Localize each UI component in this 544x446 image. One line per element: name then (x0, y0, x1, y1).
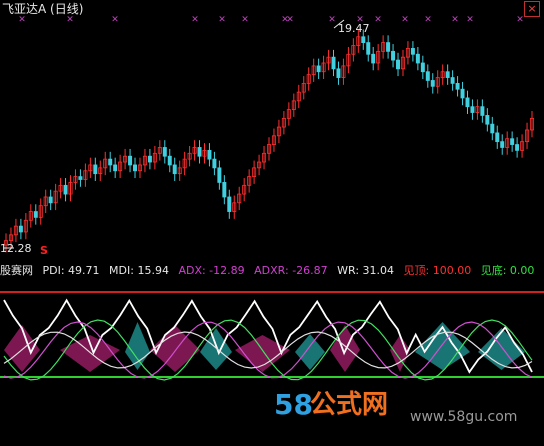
candle-body (227, 196, 232, 212)
indicator-pdi: PDI: 49.71 (42, 264, 100, 277)
top-marker-icon: ✕ (328, 15, 336, 25)
indicator-bottom: 见底: 0.00 (480, 264, 535, 277)
watermark-url: www.58gu.com (410, 409, 518, 425)
candle-body (415, 53, 420, 64)
top-marker-icon: ✕ (18, 15, 26, 25)
watermark-chinese: 公式网 (310, 390, 389, 420)
top-marker-icon: ✕ (191, 15, 199, 25)
indicator-adx: ADX: -12.89 (178, 264, 245, 277)
candle-body (48, 196, 53, 204)
candle-body (386, 42, 391, 52)
indicator-name[interactable]: 股赛网 (0, 264, 33, 277)
candle-body (197, 147, 202, 157)
candle-body (371, 53, 376, 64)
candle-body (147, 155, 152, 163)
candle-body (445, 71, 450, 78)
indicator-mdi: MDI: 15.94 (109, 264, 169, 277)
candle-body (108, 158, 113, 166)
top-marker-icon: ✕ (401, 15, 409, 25)
candle-body (485, 115, 490, 125)
stock-chart-window: ✕ ✕ ✕ ✕ ✕ ✕ ✕ ✕ ✕ ✕ ✕ ✕ ✕ ✕ ✕ ✕ 飞亚达A (日线) × 19.47 12.28… (0, 0, 544, 446)
candle-body (425, 71, 430, 81)
candle-body (455, 82, 460, 90)
top-marker-icon: ✕ (374, 15, 382, 25)
candle-body (63, 184, 68, 195)
candle-body (93, 164, 98, 175)
candle-body (510, 138, 515, 145)
candle-body (450, 77, 455, 84)
candle-body (18, 225, 23, 233)
candle-body (391, 50, 396, 61)
indicator-wr: WR: 31.04 (337, 264, 395, 277)
candle-body (331, 56, 336, 70)
candle-body (490, 123, 495, 134)
candle-body (420, 62, 425, 73)
candle-body (212, 158, 217, 169)
candle-body (396, 59, 401, 70)
candle-body (460, 88, 465, 99)
top-marker-icon: ✕ (451, 15, 459, 25)
indicator-bar: 股赛网 PDI: 49.71 MDI: 15.94 ADX: -12.89 AD… (0, 262, 540, 278)
chart-canvas: ✕ ✕ ✕ ✕ ✕ ✕ ✕✕ ✕ ✕ ✕ ✕ ✕ ✕ ✕ ✕ (0, 15, 544, 381)
candle-body (222, 182, 227, 198)
candle-body (316, 65, 321, 73)
candle-body (167, 155, 172, 166)
indicator-adxr: ADXR: -26.87 (254, 264, 328, 277)
candle-body (410, 48, 415, 55)
candle-body (133, 164, 138, 172)
indicator-top: 见顶: 100.00 (403, 264, 472, 277)
candle-body (495, 132, 500, 143)
candle-body (430, 80, 435, 87)
top-marker-icon: ✕ (111, 15, 119, 25)
watermark-number: 58 (274, 388, 313, 421)
indicator-fill-region (4, 325, 40, 372)
top-marker-icon: ✕ (286, 15, 294, 25)
price-low-label: 12.28 (0, 242, 32, 255)
candle-body (366, 42, 371, 55)
top-marker-icon: ✕ (218, 15, 226, 25)
candle-body (78, 176, 83, 180)
candle-body (128, 155, 133, 166)
candle-body (207, 149, 212, 160)
price-high-label: 19.47 (338, 22, 370, 35)
candle-body (361, 36, 366, 44)
indicator-fill-region (295, 334, 325, 370)
top-marker-icon: ✕ (516, 15, 524, 25)
close-icon[interactable]: × (524, 1, 540, 17)
chart-title: 飞亚达A (日线) (2, 2, 84, 16)
top-marker-icon: ✕ (66, 15, 74, 25)
candle-body (217, 167, 222, 183)
candle-body (465, 97, 470, 108)
top-marker-icon: ✕ (241, 15, 249, 25)
candle-body (113, 164, 118, 172)
candle-body (470, 106, 475, 113)
candle-body (500, 141, 505, 148)
top-marker-icon: ✕ (466, 15, 474, 25)
candle-body (33, 211, 38, 218)
candle-body (162, 147, 167, 157)
candle-body (172, 164, 177, 175)
sell-signal-label: S (40, 244, 48, 257)
top-marker-icon: ✕ (424, 15, 432, 25)
candle-body (515, 144, 520, 151)
candle-body (480, 106, 485, 116)
candle-body (336, 68, 341, 78)
